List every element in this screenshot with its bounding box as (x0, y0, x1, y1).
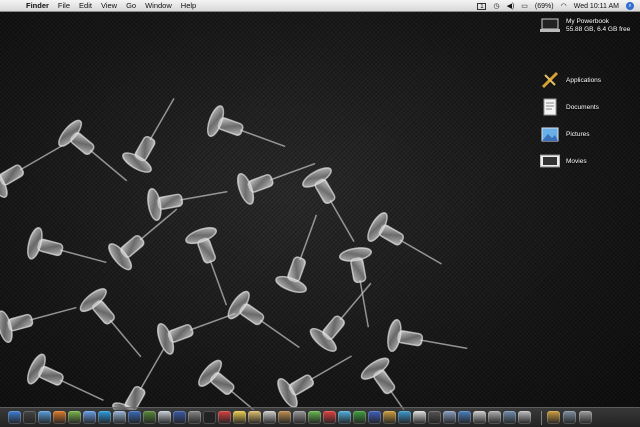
dock-apps (8, 411, 531, 424)
pushpin-shape (27, 353, 104, 401)
volume-icon[interactable]: ◀) (507, 2, 515, 10)
menu-bar: Finder File Edit View Go Window Help 1 ◷… (0, 0, 640, 12)
pushpin-shape (108, 208, 178, 271)
pushpin-shape (0, 306, 77, 344)
menu-finder[interactable]: Finder (26, 1, 49, 10)
clock[interactable]: Wed 10:11 AM (574, 3, 619, 10)
spider-icon[interactable] (428, 411, 441, 424)
menu-extras: 1 ◷ ◀) ▭ (69%) ◠ Wed 10:11 AM ⌕ (477, 0, 634, 12)
calendar-icon[interactable] (218, 411, 231, 424)
desktop-hard-drive[interactable]: My Powerbook 55.88 GB, 6.4 GB free (540, 17, 630, 35)
dock-separator (541, 410, 542, 425)
desktop-item-pictures[interactable]: Pictures (540, 125, 589, 143)
pushpin-shape (338, 247, 373, 328)
hard-drive-info: 55.88 GB, 6.4 GB free (566, 26, 631, 33)
finder-icon[interactable] (8, 411, 21, 424)
safari-icon[interactable] (38, 411, 51, 424)
firefox-icon[interactable] (53, 411, 66, 424)
itunes-icon[interactable] (83, 411, 96, 424)
pushpin-shape (27, 226, 107, 264)
photoshop-icon[interactable] (248, 411, 261, 424)
pushpin-shape (387, 318, 468, 353)
menu-window[interactable]: Window (145, 1, 172, 10)
chat-icon[interactable] (338, 411, 351, 424)
blue-app-icon[interactable] (368, 411, 381, 424)
pushpin-shape (302, 167, 355, 242)
movies-folder-icon (540, 152, 560, 170)
menu-go[interactable]: Go (126, 1, 136, 10)
pushpins-wallpaper-art (0, 98, 468, 410)
documents-folder-icon (540, 98, 560, 116)
menu-edit[interactable]: Edit (79, 1, 92, 10)
pro-app-icon[interactable] (188, 411, 201, 424)
system-icon[interactable] (293, 411, 306, 424)
dock (0, 407, 640, 427)
documents-stack-icon[interactable] (563, 411, 576, 424)
utility-icon[interactable] (503, 411, 516, 424)
pushpin-shape (206, 105, 286, 148)
pushpin-shape (156, 312, 236, 355)
disk-icon[interactable] (488, 411, 501, 424)
pushpin-shape (185, 226, 228, 306)
green-app-icon[interactable] (353, 411, 366, 424)
menu-help[interactable]: Help (181, 1, 196, 10)
pushpin-shape (360, 357, 419, 410)
skype-icon[interactable] (98, 411, 111, 424)
upload-icon[interactable] (473, 411, 486, 424)
pushpin-shape (227, 290, 300, 349)
preview-icon[interactable] (518, 411, 531, 424)
adium-icon[interactable] (68, 411, 81, 424)
hard-drive-name: My Powerbook (566, 18, 609, 25)
trash-icon[interactable] (579, 411, 592, 424)
laptop-icon (540, 17, 560, 35)
desktop-item-movies[interactable]: Movies (540, 152, 587, 170)
input-menu-icon[interactable]: 1 (477, 2, 487, 10)
desktop-item-label: Movies (566, 157, 587, 165)
desktop-item-applications[interactable]: Applications (540, 71, 601, 89)
pushpin-shape (277, 355, 352, 408)
spotlight-icon[interactable]: ⌕ (626, 2, 634, 10)
menu-view[interactable]: View (101, 1, 117, 10)
pen-icon[interactable] (308, 411, 321, 424)
battery-percent[interactable]: (69%) (535, 3, 554, 10)
applications-folder-icon (540, 71, 560, 89)
music-icon[interactable] (323, 411, 336, 424)
pushpin-shape (198, 359, 268, 410)
garageband-icon[interactable] (278, 411, 291, 424)
dock-stacks (547, 411, 592, 424)
pictures-folder-icon (540, 125, 560, 143)
iphoto-icon[interactable] (158, 411, 171, 424)
pushpin-shape (275, 214, 318, 294)
desktop-item-documents[interactable]: Documents (540, 98, 599, 116)
desktop-item-label: Applications (566, 76, 602, 84)
tiles-icon[interactable] (383, 411, 396, 424)
tool-icon[interactable] (143, 411, 156, 424)
quicktime-icon[interactable] (173, 411, 186, 424)
globe-icon[interactable] (458, 411, 471, 424)
desktop-item-label: Pictures (566, 130, 590, 138)
web-icon[interactable] (128, 411, 141, 424)
network-icon[interactable] (443, 411, 456, 424)
mail-icon[interactable] (113, 411, 126, 424)
applications-stack-icon[interactable] (547, 411, 560, 424)
battery-icon[interactable]: ▭ (521, 2, 528, 10)
desktop-item-label: Documents (566, 103, 599, 111)
book-icon[interactable] (398, 411, 411, 424)
dashboard-icon[interactable] (23, 411, 36, 424)
pushpin-shape (147, 187, 228, 222)
white-app-icon[interactable] (413, 411, 426, 424)
textedit-icon[interactable] (263, 411, 276, 424)
notes-icon[interactable] (233, 411, 246, 424)
clock-sync-icon[interactable]: ◷ (493, 2, 499, 10)
pushpin-shape (122, 98, 175, 173)
pushpin-shape (79, 288, 142, 358)
wifi-icon[interactable]: ◠ (561, 2, 567, 10)
terminal-icon[interactable] (203, 411, 216, 424)
pushpin-shape (367, 212, 442, 265)
menu-file[interactable]: File (58, 1, 70, 10)
pushpin-shape (309, 282, 372, 352)
